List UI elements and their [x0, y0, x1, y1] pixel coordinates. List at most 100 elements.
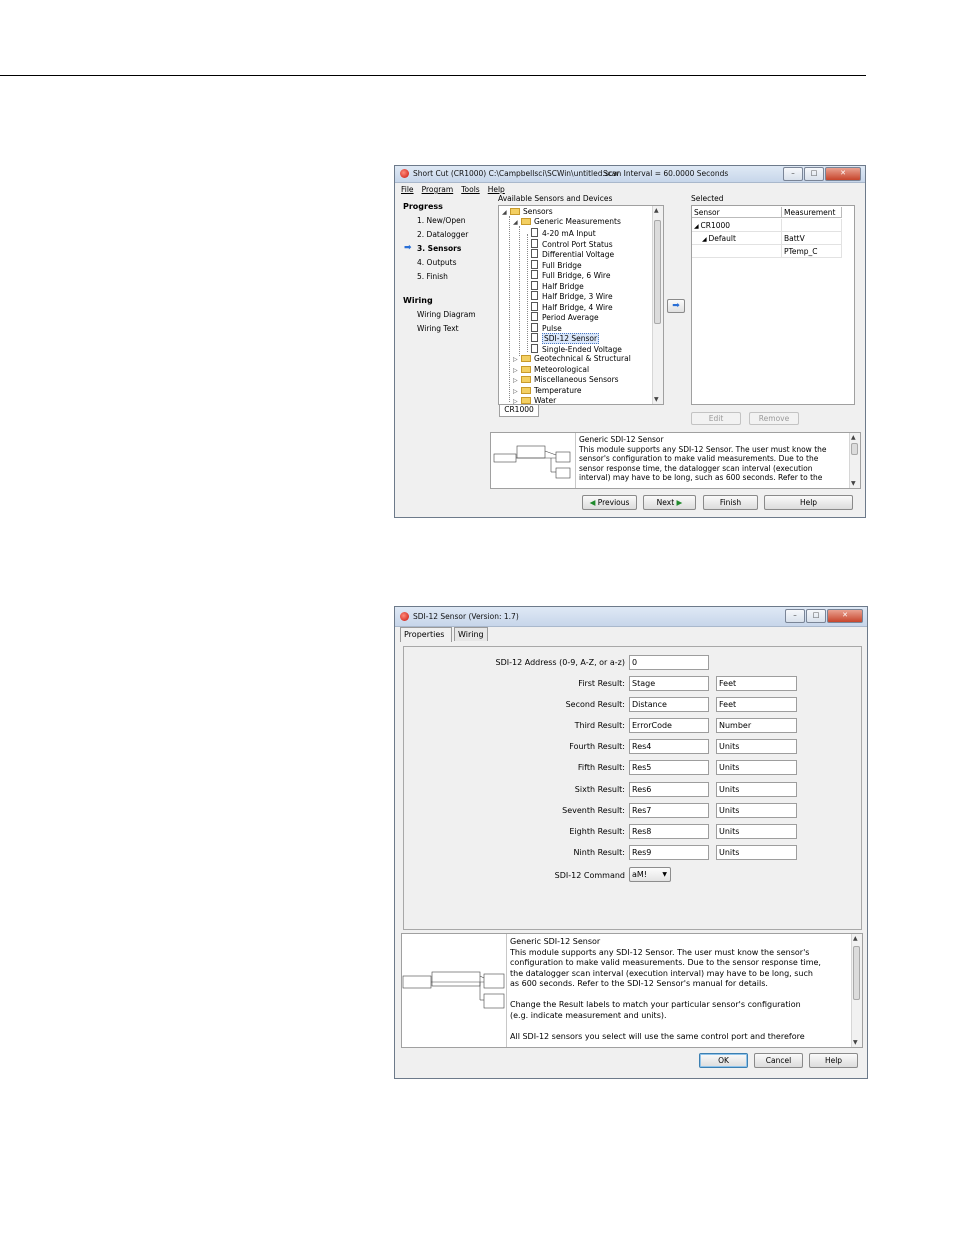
sensor-doc-icon [531, 238, 538, 248]
col-header-measurement[interactable]: Measurement [782, 207, 842, 218]
tab-properties[interactable]: Properties [400, 627, 452, 642]
result-units-input[interactable]: Units [716, 844, 797, 860]
help-button[interactable]: Help [764, 495, 853, 510]
folder-icon [521, 386, 531, 394]
minimize-icon[interactable]: – [785, 609, 805, 623]
result-name-input[interactable]: Res6 [629, 781, 709, 797]
finish-button[interactable]: Finish [703, 495, 758, 510]
edit-button[interactable]: Edit [691, 412, 741, 425]
next-button[interactable]: Next ▶ [643, 495, 696, 510]
properties-panel: SDI-12 Address (0-9, A-Z, or a-z) 0 Firs… [403, 646, 862, 930]
result-units-input[interactable]: Units [716, 739, 797, 755]
scroll-down-icon[interactable]: ▼ [851, 480, 856, 487]
step-finish[interactable]: 5. Finish [403, 272, 489, 286]
tree-item-full-bridge-6[interactable]: Full Bridge, 6 Wire [531, 270, 610, 280]
title-bar[interactable]: Short Cut (CR1000) C:\Campbellsci\SCWin\… [395, 166, 865, 183]
dropdown-arrow-icon: ▼ [662, 871, 667, 878]
close-icon[interactable]: ✕ [827, 609, 863, 623]
result-units-input[interactable]: Feet [716, 697, 797, 713]
result-units-input[interactable]: Units [716, 823, 797, 839]
wiring-diagram-link[interactable]: Wiring Diagram [403, 310, 489, 324]
close-icon[interactable]: ✕ [825, 167, 861, 181]
help-button[interactable]: Help [809, 1053, 858, 1068]
tree-item-full-bridge[interactable]: Full Bridge [531, 259, 582, 270]
result-units-input[interactable]: Units [716, 802, 797, 818]
result-units-input[interactable]: Units [716, 760, 797, 776]
cancel-button[interactable]: Cancel [754, 1053, 803, 1068]
tree-sensors[interactable]: ◢ Sensors [502, 207, 553, 217]
previous-button[interactable]: ◀ Previous [582, 495, 637, 510]
tree-item-control-port[interactable]: Control Port Status [531, 238, 613, 249]
sensor-tree[interactable]: ◢ Sensors ◢ Generic Measurements 4-20 mA I… [498, 205, 664, 405]
tree-item-diff-voltage[interactable]: Differential Voltage [531, 249, 614, 259]
tree-item-half-bridge[interactable]: Half Bridge [531, 280, 584, 291]
tree-item-single-ended[interactable]: Single-Ended Voltage [531, 343, 622, 354]
grid-row-default[interactable]: ◢ Default [692, 232, 782, 245]
maximize-icon[interactable]: □ [806, 609, 826, 623]
menu-file[interactable]: File [401, 185, 414, 194]
menu-help[interactable]: Help [488, 185, 505, 194]
grid-cell-ptemp[interactable]: PTemp_C [782, 245, 842, 258]
tree-generic-measurements[interactable]: ◢ Generic Measurements [513, 217, 621, 227]
selected-grid[interactable]: Sensor Measurement ◢ CR1000 ◢ Default Ba… [691, 205, 855, 405]
tab-wiring[interactable]: Wiring [454, 627, 488, 641]
result-units-input[interactable]: Units [716, 781, 797, 797]
description-line: Change the Result labels to match your p… [510, 1000, 801, 1009]
step-datalogger[interactable]: 2. Datalogger [403, 230, 489, 244]
description-scrollbar[interactable]: ▲ ▼ [849, 433, 860, 488]
scroll-up-icon[interactable]: ▲ [851, 434, 856, 441]
result-name-input[interactable]: Res8 [629, 823, 709, 839]
result-name-input[interactable]: Res7 [629, 802, 709, 818]
maximize-icon[interactable]: □ [804, 167, 824, 181]
tree-geotechnical[interactable]: ▷ Geotechnical & Structural [513, 354, 631, 364]
step-outputs[interactable]: 4. Outputs [403, 258, 489, 272]
result-name-input[interactable]: Distance [629, 697, 709, 713]
col-header-sensor[interactable]: Sensor [692, 207, 782, 218]
tree-misc-sensors[interactable]: ▷ Miscellaneous Sensors [513, 375, 619, 385]
grid-row-cr1000[interactable]: ◢ CR1000 [692, 219, 782, 232]
sdi12-command-select[interactable]: aM! ▼ [629, 867, 671, 882]
step-sensors[interactable]: ➡ 3. Sensors [403, 244, 489, 258]
scroll-thumb[interactable] [654, 220, 661, 324]
menu-tools[interactable]: Tools [461, 185, 479, 194]
tree-item-half-bridge-3[interactable]: Half Bridge, 3 Wire [531, 291, 613, 301]
result-name-input[interactable]: Res9 [629, 844, 709, 860]
grid-cell-battv[interactable]: BattV [782, 232, 842, 245]
remove-button[interactable]: Remove [749, 412, 799, 425]
sensor-doc-icon [531, 270, 538, 279]
description-line: This module supports any SDI-12 Sensor. … [579, 444, 827, 454]
scroll-up-icon[interactable]: ▲ [853, 935, 858, 942]
tree-scrollbar[interactable]: ▲ ▼ [652, 206, 663, 404]
scroll-thumb[interactable] [851, 443, 858, 455]
tree-item-pulse[interactable]: Pulse [531, 322, 562, 333]
tree-item-sdi12-sensor[interactable]: SDI-12 Sensor [531, 333, 600, 344]
tree-meteorological[interactable]: ▷ Meteorological [513, 365, 589, 375]
scroll-thumb[interactable] [853, 946, 860, 1000]
tree-item-period-average[interactable]: Period Average [531, 312, 599, 322]
tree-water[interactable]: ▷ Water [513, 396, 556, 404]
result-name-input[interactable]: Stage [629, 676, 709, 691]
title-bar[interactable]: SDI-12 Sensor (Version: 1.7) – □ ✕ [395, 607, 867, 627]
description-scrollbar[interactable]: ▲ ▼ [851, 934, 862, 1047]
menu-program[interactable]: Program [422, 185, 454, 194]
tree-item-half-bridge-4[interactable]: Half Bridge, 4 Wire [531, 301, 613, 312]
wiring-text-link[interactable]: Wiring Text [403, 324, 489, 338]
result-name-input[interactable]: Res5 [629, 760, 709, 776]
step-new-open[interactable]: 1. New/Open [403, 216, 489, 230]
tree-item-4-20ma[interactable]: 4-20 mA Input [531, 228, 596, 238]
scroll-down-icon[interactable]: ▼ [654, 396, 659, 403]
expand-icon: ▷ [513, 377, 518, 384]
scroll-down-icon[interactable]: ▼ [853, 1039, 858, 1046]
tree-temperature[interactable]: ▷ Temperature [513, 386, 582, 396]
result-units-input[interactable]: Number [716, 718, 797, 734]
result-name-input[interactable]: Res4 [629, 739, 709, 755]
result-name-input[interactable]: ErrorCode [629, 718, 709, 734]
description-title: Generic SDI-12 Sensor [510, 937, 601, 946]
result-units-input[interactable]: Feet [716, 676, 797, 691]
minimize-icon[interactable]: – [783, 167, 803, 181]
ok-button[interactable]: OK [699, 1053, 748, 1068]
scroll-up-icon[interactable]: ▲ [654, 207, 659, 214]
sdi12-address-input[interactable]: 0 [629, 655, 709, 670]
device-tab-cr1000[interactable]: CR1000 [499, 405, 539, 417]
add-sensor-arrow-icon[interactable]: ➡ [667, 299, 685, 313]
